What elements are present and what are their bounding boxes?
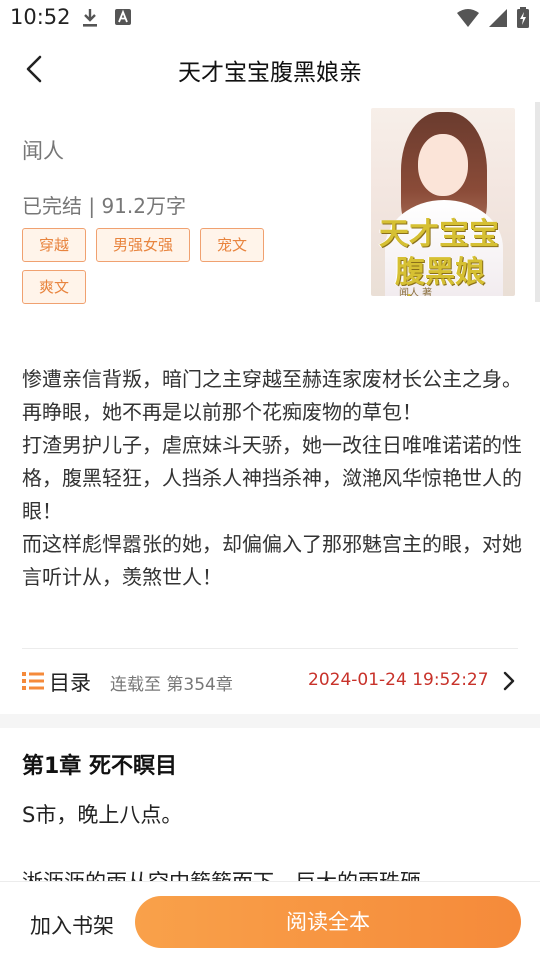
toc-label: 目录 bbox=[49, 671, 91, 695]
chapter-paragraph: S市，晚上八点。 bbox=[22, 803, 183, 827]
add-to-shelf-button[interactable]: 加入书架 bbox=[30, 910, 114, 940]
synopsis: 惨遭亲信背叛，暗门之主穿越至赫连家废材长公主之身。 再睁眼，她不再是以前那个花痴… bbox=[22, 363, 522, 594]
scrollbar[interactable] bbox=[535, 102, 540, 302]
bottom-action-bar: 加入书架 阅读全本 bbox=[0, 881, 540, 960]
tag[interactable]: 宠文 bbox=[200, 228, 265, 262]
tag[interactable]: 穿越 bbox=[22, 228, 87, 262]
status-icons-left bbox=[80, 7, 132, 29]
section-separator bbox=[0, 714, 540, 728]
wifi-icon bbox=[457, 9, 479, 27]
tag[interactable]: 爽文 bbox=[22, 270, 87, 304]
synopsis-paragraph: 再睁眼，她不再是以前那个花痴废物的草包！ bbox=[22, 400, 422, 424]
synopsis-paragraph: 惨遭亲信背叛，暗门之主穿越至赫连家废材长公主之身。 bbox=[22, 367, 522, 391]
synopsis-paragraph: 打渣男护儿子，虐庶妹斗天骄，她一改往日唯唯诺诺的性格，腹黑轻狂，人挡杀人神挡杀神… bbox=[22, 433, 522, 523]
download-icon bbox=[83, 9, 97, 27]
header: 天才宝宝腹黑娘亲 bbox=[0, 36, 540, 102]
synopsis-paragraph: 而这样彪悍嚣张的她，却偏偏入了那邪魅宫主的眼，对她言听计从，羡煞世人！ bbox=[22, 532, 522, 589]
tag[interactable]: 男强女强 bbox=[96, 228, 191, 262]
divider bbox=[22, 648, 518, 649]
chevron-right-icon bbox=[503, 671, 515, 691]
cellular-signal-icon bbox=[489, 9, 507, 27]
chapter-title: 第1章 死不瞑目 bbox=[22, 754, 177, 779]
status-time: 10:52 bbox=[10, 5, 71, 29]
read-all-button[interactable]: 阅读全本 bbox=[135, 896, 521, 948]
toc-update-time: 2024-01-24 19:52:27 bbox=[308, 670, 489, 690]
cover-illustration-face bbox=[418, 134, 468, 196]
status-icons-right bbox=[456, 7, 530, 29]
toc-row[interactable]: 目录 连载至 第354章 2024-01-24 19:52:27 bbox=[0, 656, 540, 706]
notification-a-icon bbox=[115, 9, 131, 25]
tag-list: 穿越 男强女强 宠文 爽文 bbox=[22, 228, 312, 304]
book-cover[interactable]: 天才宝宝 腹黑娘亲 闻人 著 bbox=[371, 108, 515, 296]
toc-status: 连载至 第354章 bbox=[110, 675, 233, 695]
book-author[interactable]: 闻人 bbox=[22, 135, 64, 165]
battery-charging-icon bbox=[517, 7, 529, 28]
cover-title-line1: 天才宝宝 bbox=[379, 217, 499, 252]
list-icon bbox=[22, 672, 44, 690]
status-bar: 10:52 bbox=[0, 0, 540, 36]
cover-author: 闻人 著 bbox=[399, 288, 433, 296]
book-meta: 已完结 | 91.2万字 bbox=[22, 194, 186, 218]
page-title: 天才宝宝腹黑娘亲 bbox=[178, 60, 362, 86]
